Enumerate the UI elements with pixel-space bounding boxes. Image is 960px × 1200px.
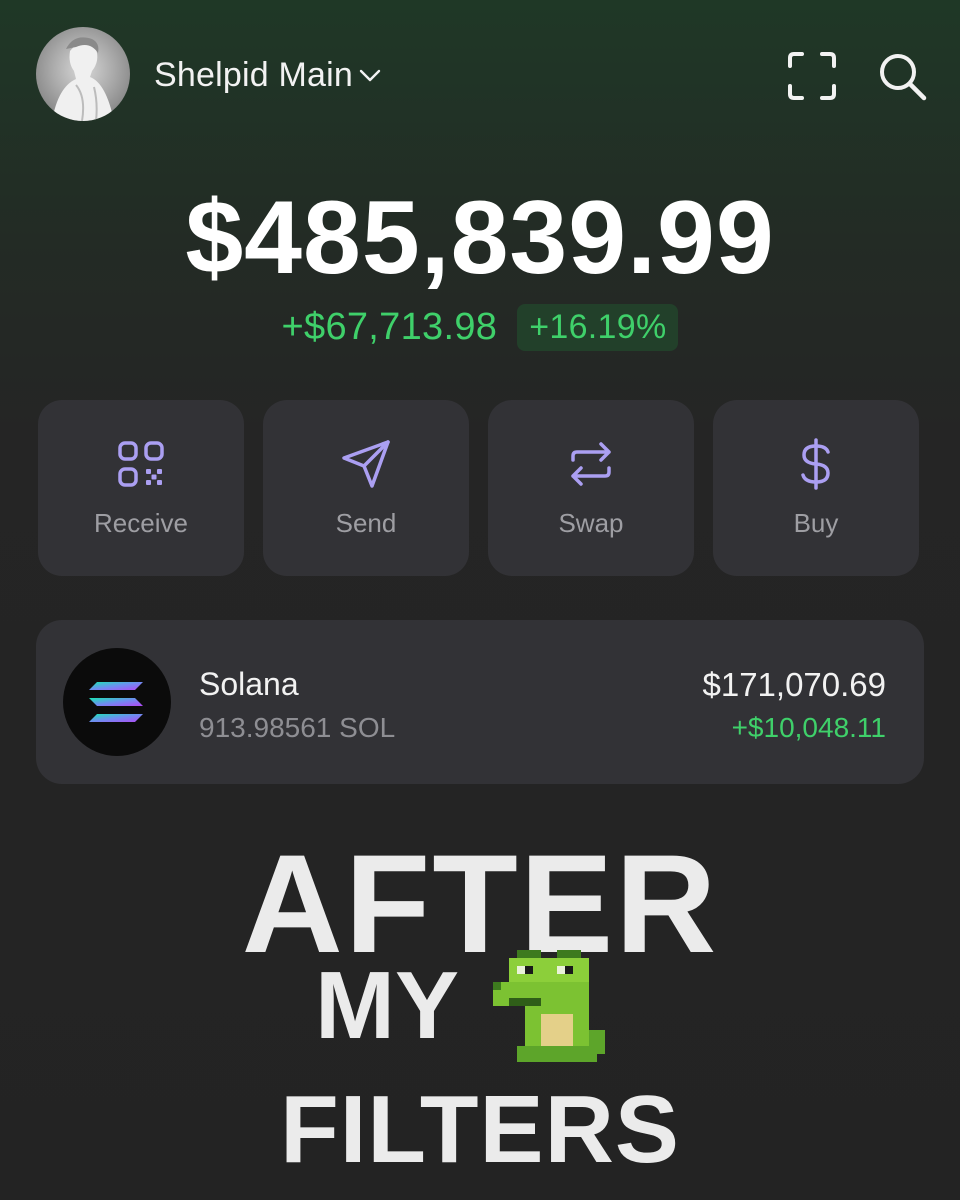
caption-line-filters: FILTERS (280, 1076, 680, 1183)
swap-button[interactable]: Swap (488, 400, 694, 576)
solana-logo-icon (63, 648, 171, 756)
buy-label: Buy (793, 508, 839, 538)
send-button[interactable]: Send (263, 400, 469, 576)
send-label: Send (335, 508, 397, 538)
account-switcher[interactable]: Shelpid Main (154, 52, 381, 98)
balance-change-row: +$67,713.98 +16.19% (0, 304, 960, 351)
send-icon (342, 440, 390, 488)
total-balance: $485,839.99 (185, 180, 775, 296)
search-button[interactable] (876, 50, 928, 102)
qr-code-icon (118, 441, 164, 487)
balance-change-percent-badge: +16.19% (517, 304, 679, 351)
token-row-solana[interactable]: Solana 913.98561 SOL $171,070.69 +$10,04… (36, 620, 924, 784)
token-value: $171,070.69 (702, 666, 886, 703)
caption-line-my: MY (315, 952, 459, 1059)
buy-button[interactable]: Buy (713, 400, 919, 576)
balance-change-amount: +$67,713.98 (281, 306, 498, 348)
token-amount: 913.98561 SOL (199, 712, 396, 743)
swap-icon (571, 442, 611, 486)
caption-line-my-row: MY (0, 950, 960, 1062)
avatar[interactable] (36, 27, 130, 121)
statue-avatar-image (52, 37, 114, 121)
swap-label: Swap (558, 508, 624, 538)
token-name: Solana (199, 666, 299, 702)
scan-icon (788, 52, 836, 100)
scan-button[interactable] (786, 50, 838, 102)
search-icon (880, 54, 927, 101)
pixel-frog-icon (493, 950, 605, 1062)
chevron-down-icon (359, 69, 381, 82)
dollar-icon (801, 438, 830, 490)
token-change: +$10,048.11 (731, 712, 886, 743)
account-name: Shelpid Main (154, 55, 353, 94)
receive-label: Receive (94, 508, 188, 538)
receive-button[interactable]: Receive (38, 400, 244, 576)
